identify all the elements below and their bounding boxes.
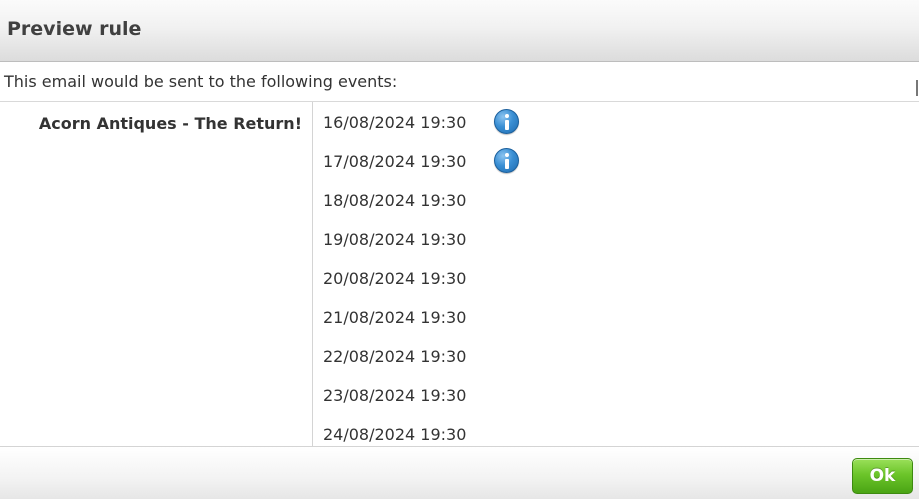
dialog-title: Preview rule (7, 18, 142, 40)
date-row: 20/08/2024 19:30 (323, 258, 913, 297)
scrollbar[interactable] (916, 80, 918, 96)
events-table: Acorn Antiques - The Return! 16/08/2024 … (0, 102, 919, 446)
event-dates-list: 16/08/2024 19:30 17/08/2024 19:30 18/08/20… (323, 102, 913, 446)
event-date: 21/08/2024 19:30 (323, 308, 467, 327)
date-row: 17/08/2024 19:30 (323, 141, 913, 180)
preview-rule-dialog: Preview rule This email would be sent to… (0, 0, 919, 499)
date-row: 22/08/2024 19:30 (323, 336, 913, 375)
intro-text: This email would be sent to the followin… (4, 72, 398, 91)
date-row: 18/08/2024 19:30 (323, 180, 913, 219)
event-date: 20/08/2024 19:30 (323, 269, 467, 288)
dialog-footer: Ok (0, 446, 919, 499)
event-date: 22/08/2024 19:30 (323, 347, 467, 366)
event-date: 16/08/2024 19:30 (323, 113, 467, 132)
ok-button[interactable]: Ok (852, 458, 913, 494)
event-name: Acorn Antiques - The Return! (38, 114, 302, 133)
info-icon[interactable] (494, 109, 519, 134)
date-row: 19/08/2024 19:30 (323, 219, 913, 258)
dialog-titlebar: Preview rule (0, 0, 919, 62)
event-date: 24/08/2024 19:30 (323, 425, 467, 444)
date-row: 24/08/2024 19:30 (323, 414, 913, 446)
event-date: 18/08/2024 19:30 (323, 191, 467, 210)
date-row: 21/08/2024 19:30 (323, 297, 913, 336)
event-date: 23/08/2024 19:30 (323, 386, 467, 405)
date-row: 23/08/2024 19:30 (323, 375, 913, 414)
event-date: 19/08/2024 19:30 (323, 230, 467, 249)
event-name-cell: Acorn Antiques - The Return! (0, 102, 313, 446)
date-row: 16/08/2024 19:30 (323, 102, 913, 141)
info-icon[interactable] (494, 148, 519, 173)
intro-bar: This email would be sent to the followin… (0, 62, 919, 102)
event-date: 17/08/2024 19:30 (323, 152, 467, 171)
